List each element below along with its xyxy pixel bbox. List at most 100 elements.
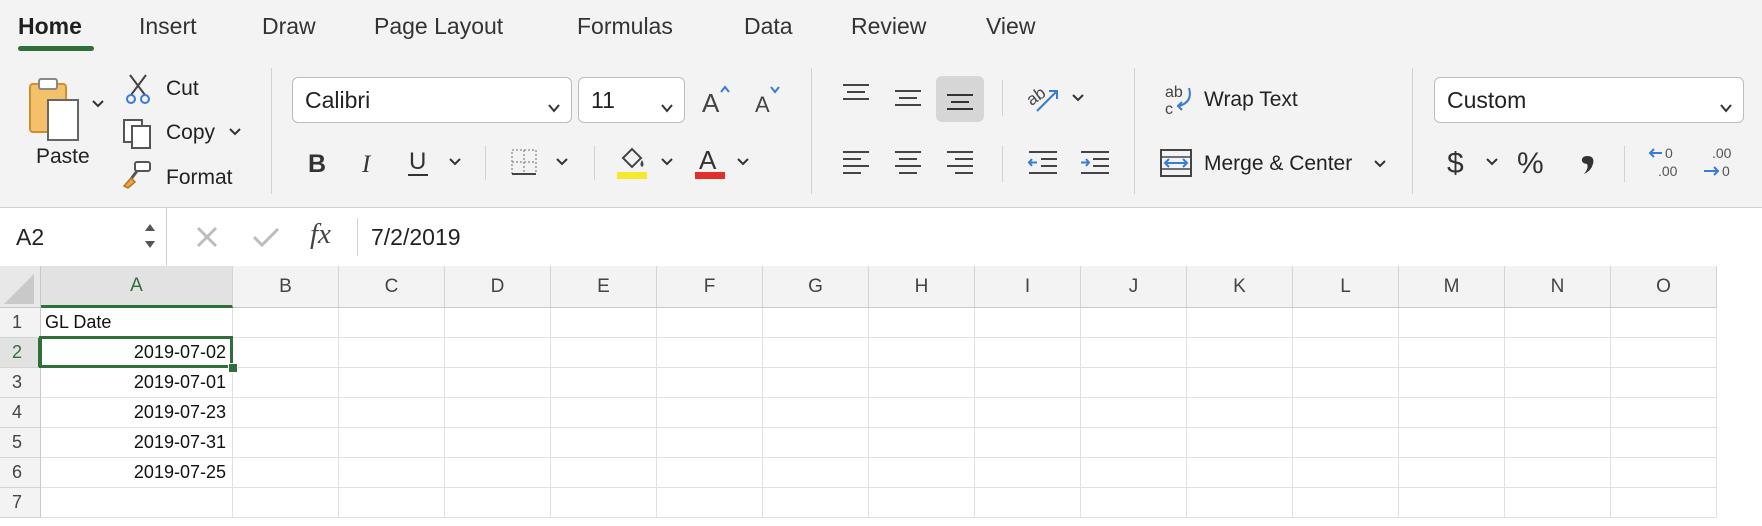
cell-c1[interactable]: [339, 308, 445, 338]
cell-d7[interactable]: [445, 488, 551, 518]
cell-f3[interactable]: [657, 368, 763, 398]
cell-i7[interactable]: [975, 488, 1081, 518]
cell-f4[interactable]: [657, 398, 763, 428]
number-format-dropdown[interactable]: Custom: [1434, 77, 1744, 123]
column-header-l[interactable]: L: [1293, 266, 1399, 308]
cell-c2[interactable]: [339, 338, 445, 368]
cell-b6[interactable]: [233, 458, 339, 488]
cell-n3[interactable]: [1505, 368, 1611, 398]
cell-a4[interactable]: 2019-07-23: [41, 398, 233, 428]
align-right-icon[interactable]: [944, 148, 976, 178]
cell-b7[interactable]: [233, 488, 339, 518]
cell-f6[interactable]: [657, 458, 763, 488]
cell-j5[interactable]: [1081, 428, 1187, 458]
cell-g4[interactable]: [763, 398, 869, 428]
cell-h1[interactable]: [869, 308, 975, 338]
percent-icon[interactable]: %: [1514, 144, 1552, 180]
cell-n5[interactable]: [1505, 428, 1611, 458]
cell-c6[interactable]: [339, 458, 445, 488]
tab-view[interactable]: View: [986, 13, 1035, 40]
name-box[interactable]: A2: [16, 224, 44, 251]
fill-handle[interactable]: [228, 363, 238, 373]
align-center-icon[interactable]: [892, 148, 924, 178]
cell-g2[interactable]: [763, 338, 869, 368]
cancel-entry-icon[interactable]: [192, 222, 222, 252]
align-left-icon[interactable]: [840, 148, 872, 178]
cell-e2[interactable]: [551, 338, 657, 368]
cell-b3[interactable]: [233, 368, 339, 398]
merge-center-button[interactable]: Merge & Center: [1204, 152, 1352, 176]
paste-label[interactable]: Paste: [36, 145, 90, 169]
cell-b4[interactable]: [233, 398, 339, 428]
cell-f5[interactable]: [657, 428, 763, 458]
font-color-icon[interactable]: A: [692, 144, 728, 180]
paste-icon[interactable]: [26, 76, 82, 142]
cell-a3[interactable]: 2019-07-01: [41, 368, 233, 398]
cell-h2[interactable]: [869, 338, 975, 368]
currency-chevron-icon[interactable]: [1484, 156, 1500, 168]
underline-chevron-icon[interactable]: [447, 156, 463, 168]
italic-icon[interactable]: I: [352, 146, 384, 178]
cell-e1[interactable]: [551, 308, 657, 338]
cell-d4[interactable]: [445, 398, 551, 428]
row-header-1[interactable]: 1: [0, 308, 41, 338]
cell-o1[interactable]: [1611, 308, 1717, 338]
cell-m7[interactable]: [1399, 488, 1505, 518]
cell-i6[interactable]: [975, 458, 1081, 488]
cell-n4[interactable]: [1505, 398, 1611, 428]
cell-h4[interactable]: [869, 398, 975, 428]
cell-g5[interactable]: [763, 428, 869, 458]
cell-e4[interactable]: [551, 398, 657, 428]
column-header-e[interactable]: E: [551, 266, 657, 308]
cell-j2[interactable]: [1081, 338, 1187, 368]
cell-o7[interactable]: [1611, 488, 1717, 518]
row-header-7[interactable]: 7: [0, 488, 41, 518]
copy-button[interactable]: Copy: [166, 121, 215, 145]
cell-l4[interactable]: [1293, 398, 1399, 428]
cell-h6[interactable]: [869, 458, 975, 488]
column-header-f[interactable]: F: [657, 266, 763, 308]
cell-n7[interactable]: [1505, 488, 1611, 518]
tab-draw[interactable]: Draw: [262, 13, 316, 40]
cell-l2[interactable]: [1293, 338, 1399, 368]
cell-c3[interactable]: [339, 368, 445, 398]
column-header-m[interactable]: M: [1399, 266, 1505, 308]
cell-c5[interactable]: [339, 428, 445, 458]
cell-d5[interactable]: [445, 428, 551, 458]
column-header-d[interactable]: D: [445, 266, 551, 308]
font-name-dropdown[interactable]: Calibri: [292, 77, 572, 123]
orientation-chevron-icon[interactable]: [1070, 92, 1086, 104]
cell-c4[interactable]: [339, 398, 445, 428]
column-header-o[interactable]: O: [1611, 266, 1717, 308]
cell-l6[interactable]: [1293, 458, 1399, 488]
currency-icon[interactable]: $: [1442, 144, 1472, 180]
row-header-6[interactable]: 6: [0, 458, 41, 488]
cell-g3[interactable]: [763, 368, 869, 398]
row-header-4[interactable]: 4: [0, 398, 41, 428]
cell-b2[interactable]: [233, 338, 339, 368]
cell-o3[interactable]: [1611, 368, 1717, 398]
font-size-dropdown[interactable]: 11: [578, 77, 685, 123]
cut-button[interactable]: Cut: [166, 77, 199, 101]
decrease-indent-icon[interactable]: [1026, 148, 1060, 178]
cell-m2[interactable]: [1399, 338, 1505, 368]
cell-j7[interactable]: [1081, 488, 1187, 518]
cell-n6[interactable]: [1505, 458, 1611, 488]
tab-review[interactable]: Review: [851, 13, 926, 40]
tab-insert[interactable]: Insert: [139, 13, 197, 40]
fill-color-icon[interactable]: [614, 144, 650, 180]
paste-options-chevron-icon[interactable]: [90, 96, 106, 112]
align-middle-icon[interactable]: [892, 84, 924, 112]
select-all-corner[interactable]: [0, 266, 41, 308]
name-box-stepper-icon[interactable]: [140, 216, 160, 256]
cell-g1[interactable]: [763, 308, 869, 338]
cell-d3[interactable]: [445, 368, 551, 398]
cell-i1[interactable]: [975, 308, 1081, 338]
cell-j3[interactable]: [1081, 368, 1187, 398]
insert-function-icon[interactable]: fx: [310, 218, 331, 251]
cell-l3[interactable]: [1293, 368, 1399, 398]
copy-icon[interactable]: [120, 116, 154, 150]
cell-i5[interactable]: [975, 428, 1081, 458]
cell-m3[interactable]: [1399, 368, 1505, 398]
cell-o5[interactable]: [1611, 428, 1717, 458]
